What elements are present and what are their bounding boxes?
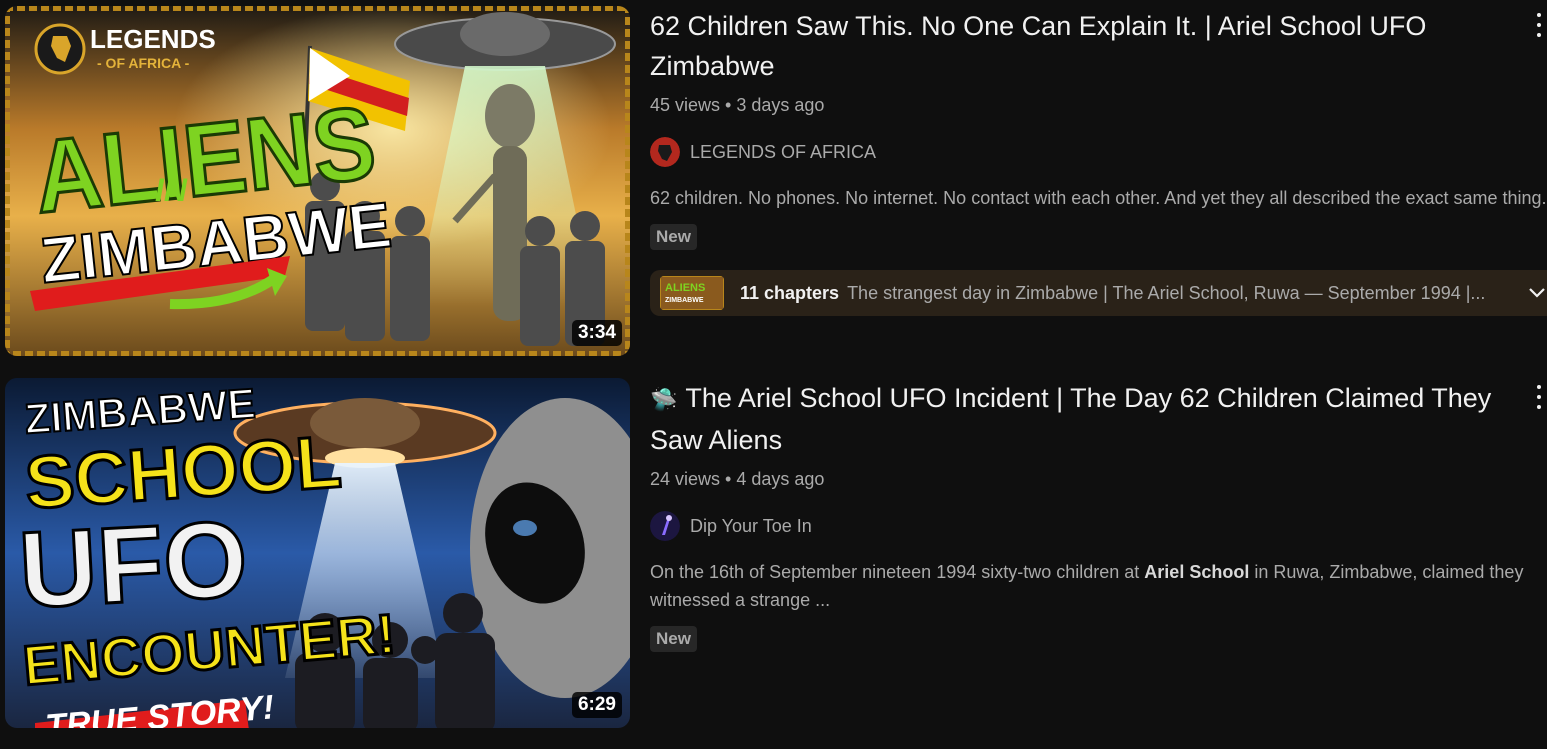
video-info: 62 Children Saw This. No One Can Explain… xyxy=(650,0,1547,250)
thumbnail-image: ZIMBABWE SCHOOL UFO ENCOUNTER! TRUE STOR… xyxy=(5,378,630,728)
more-vert-icon[interactable] xyxy=(1531,382,1547,412)
video-description: On the 16th of September nineteen 1994 s… xyxy=(650,558,1545,614)
thumbnail-image: LEGENDS - OF AFRICA - ALIENS IN ZIMBABWE xyxy=(5,6,630,356)
video-result: ZIMBABWE SCHOOL UFO ENCOUNTER! TRUE STOR… xyxy=(0,372,1547,732)
channel-name[interactable]: LEGENDS OF AFRICA xyxy=(690,142,876,163)
more-vert-icon[interactable] xyxy=(1531,10,1547,40)
channel-avatar[interactable] xyxy=(650,137,680,167)
video-description: 62 children. No phones. No internet. No … xyxy=(650,188,1547,208)
video-thumbnail[interactable]: ZIMBABWE SCHOOL UFO ENCOUNTER! TRUE STOR… xyxy=(5,378,630,728)
description-text: On the 16th of September nineteen 1994 s… xyxy=(650,562,1145,582)
video-duration: 3:34 xyxy=(571,320,622,346)
video-title-link[interactable]: 🛸 The Ariel School UFO Incident | The Day… xyxy=(650,372,1535,460)
chapter-preview-text: The strangest day in Zimbabwe | The Arie… xyxy=(847,282,1486,303)
meta-separator: • xyxy=(725,95,732,115)
video-thumbnail[interactable]: LEGENDS - OF AFRICA - ALIENS IN ZIMBABWE… xyxy=(5,6,630,356)
view-count: 24 views xyxy=(650,469,721,489)
channel-name[interactable]: Dip Your Toe In xyxy=(690,516,812,537)
thumb-brand-text: LEGENDS xyxy=(90,24,216,54)
upload-age: 3 days ago xyxy=(736,95,825,115)
upload-age: 4 days ago xyxy=(736,469,825,489)
video-metadata: 45 views • 3 days ago xyxy=(650,92,1535,118)
chapter-count: 11 chapters xyxy=(740,282,840,303)
video-duration: 6:29 xyxy=(571,692,622,718)
chapter-thumb-text-2: ZIMBABWE xyxy=(665,297,704,304)
channel-link[interactable]: Dip Your Toe In xyxy=(650,510,1535,542)
thumb-brand-subtext: - OF AFRICA - xyxy=(97,55,190,71)
video-result: LEGENDS - OF AFRICA - ALIENS IN ZIMBABWE… xyxy=(0,0,1547,360)
chapters-expander[interactable]: ALIENS ZIMBABWE 11 chapters The stranges… xyxy=(650,270,1547,316)
flying-saucer-emoji: 🛸 xyxy=(650,387,678,412)
description-highlight: Ariel School xyxy=(1144,562,1250,582)
new-badge: New xyxy=(650,224,697,250)
view-count: 45 views xyxy=(650,95,721,115)
new-badge: New xyxy=(650,626,697,652)
chapter-thumbnail: ALIENS ZIMBABWE xyxy=(660,276,724,310)
chevron-down-icon[interactable] xyxy=(1526,281,1547,308)
channel-link[interactable]: LEGENDS OF AFRICA xyxy=(650,136,1535,168)
chapter-thumb-text-1: ALIENS xyxy=(665,282,705,294)
video-title-link[interactable]: 62 Children Saw This. No One Can Explain… xyxy=(650,0,1535,86)
video-title-text: The Ariel School UFO Incident | The Day … xyxy=(650,383,1492,455)
meta-separator: • xyxy=(725,469,732,489)
video-metadata: 24 views • 4 days ago xyxy=(650,466,1535,492)
thumb-headline-2: IN xyxy=(155,172,188,208)
thumb-headline-3: UFO xyxy=(16,498,250,631)
channel-avatar[interactable] xyxy=(650,511,680,541)
video-info: 🛸 The Ariel School UFO Incident | The Day… xyxy=(650,372,1535,652)
